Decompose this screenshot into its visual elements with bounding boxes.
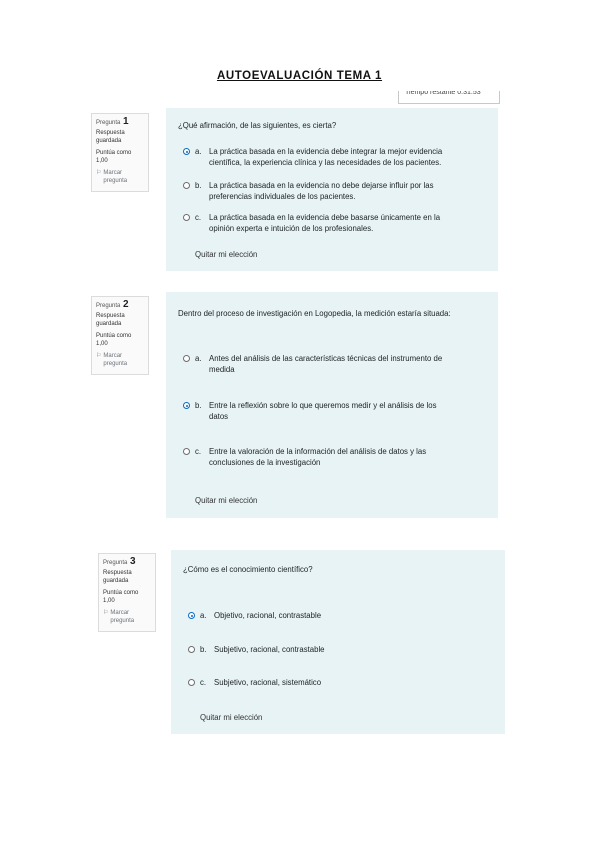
question-label: Pregunta	[103, 560, 128, 566]
question-content: ¿Qué afirmación, de las siguientes, es c…	[166, 108, 498, 271]
option-line: La práctica basada en la evidencia debe …	[209, 213, 441, 222]
flag-label: Marcar pregunta	[110, 610, 135, 624]
clear-choice-link[interactable]: Quitar mi elección	[195, 249, 257, 260]
option-letter: b.	[200, 645, 207, 654]
clear-choice-link[interactable]: Quitar mi elección	[195, 495, 257, 506]
radio-button[interactable]	[183, 182, 190, 189]
question-marks: Puntúa como 1,00	[103, 590, 139, 604]
option-line: datos	[209, 412, 229, 421]
page-title: AUTOEVALUACIÓN TEMA 1	[216, 70, 383, 82]
option-label: Objetivo, racional, contrastable	[214, 611, 322, 620]
option-line: medida	[209, 365, 235, 374]
question-info: Pregunta 3 Respuesta guardada Puntúa com…	[98, 553, 156, 632]
option-label: Entre la reflexión sobre lo que queremos…	[209, 400, 437, 422]
option-letter: c.	[200, 678, 207, 687]
option-label: La práctica basada en la evidencia debe …	[209, 212, 440, 234]
option-line: La práctica basada en la evidencia no de…	[209, 181, 434, 190]
question-info: Pregunta 1 Respuesta guardada Puntúa com…	[91, 113, 149, 192]
option-letter: a.	[195, 354, 202, 363]
question-info: Pregunta 2 Respuesta guardada Puntúa com…	[91, 296, 149, 375]
answer-option-a[interactable]: a. Antes del análisis de las característ…	[183, 353, 442, 375]
radio-button[interactable]	[188, 679, 195, 686]
answer-option-c[interactable]: c. La práctica basada en la evidencia de…	[183, 212, 440, 234]
option-line: Entre la valoración de la información de…	[209, 447, 427, 456]
flag-icon: ⚐	[96, 353, 102, 359]
question-text: ¿Qué afirmación, de las siguientes, es c…	[178, 121, 337, 130]
option-label: Subjetivo, racional, sistemático	[214, 678, 322, 687]
flag-icon: ⚐	[103, 610, 109, 616]
flag-question-link[interactable]: ⚐ Marcar pregunta	[96, 169, 144, 185]
option-letter: a.	[200, 611, 207, 620]
question-text: Dentro del proceso de investigación en L…	[178, 309, 451, 318]
option-line: Antes del análisis de las característica…	[209, 354, 443, 363]
question-number: 2	[123, 299, 129, 310]
answer-option-b[interactable]: b. Subjetivo, racional, contrastable	[188, 644, 325, 655]
question-marks: Puntúa como 1,00	[96, 333, 132, 347]
option-line: opinión experta e intuición de los profe…	[209, 224, 374, 233]
answer-option-c[interactable]: c. Subjetivo, racional, sistemático	[188, 677, 321, 688]
option-line: Entre la reflexión sobre lo que queremos…	[209, 401, 437, 410]
answer-option-b[interactable]: b. La práctica basada en la evidencia no…	[183, 180, 434, 202]
flag-question-link[interactable]: ⚐ Marcar pregunta	[103, 609, 151, 625]
radio-button[interactable]	[188, 612, 195, 619]
question-content: Dentro del proceso de investigación en L…	[166, 292, 498, 518]
answer-option-a[interactable]: a. La práctica basada en la evidencia de…	[183, 146, 442, 168]
answer-option-a[interactable]: a. Objetivo, racional, contrastable	[188, 610, 321, 621]
answer-option-c[interactable]: c. Entre la valoración de la información…	[183, 446, 426, 468]
question-label: Pregunta	[96, 120, 121, 126]
radio-button[interactable]	[183, 214, 190, 221]
option-letter: a.	[195, 147, 202, 156]
question-content: ¿Cómo es el conocimiento científico? a. …	[171, 550, 505, 734]
option-line: La práctica basada en la evidencia debe …	[209, 147, 443, 156]
radio-button[interactable]	[183, 148, 190, 155]
radio-button[interactable]	[183, 355, 190, 362]
question-text: ¿Cómo es el conocimiento científico?	[183, 565, 313, 574]
option-line: conclusiones de la investigación	[209, 458, 321, 467]
flag-icon: ⚐	[96, 170, 102, 176]
flag-question-link[interactable]: ⚐ Marcar pregunta	[96, 352, 144, 368]
option-label: Antes del análisis de las característica…	[209, 353, 442, 375]
option-label: Entre la valoración de la información de…	[209, 446, 426, 468]
flag-label: Marcar pregunta	[103, 353, 128, 367]
flag-label: Marcar pregunta	[103, 170, 128, 184]
answer-option-b[interactable]: b. Entre la reflexión sobre lo que quere…	[183, 400, 437, 422]
option-letter: c.	[195, 447, 202, 456]
radio-button[interactable]	[183, 448, 190, 455]
question-number: 3	[130, 556, 136, 567]
option-label: Subjetivo, racional, contrastable	[214, 645, 325, 654]
question-state: Respuesta guardada	[103, 570, 132, 584]
radio-button[interactable]	[188, 646, 195, 653]
question-state: Respuesta guardada	[96, 313, 125, 327]
clear-choice-link[interactable]: Quitar mi elección	[200, 712, 262, 723]
question-number: 1	[123, 116, 129, 127]
option-label: La práctica basada en la evidencia debe …	[209, 146, 442, 168]
option-letter: b.	[195, 401, 202, 410]
radio-button[interactable]	[183, 402, 190, 409]
question-label: Pregunta	[96, 303, 121, 309]
timer: Tiempo restante 0:31:53	[398, 91, 500, 104]
option-letter: c.	[195, 213, 202, 222]
question-state: Respuesta guardada	[96, 130, 125, 144]
option-line: científica, la experiencia clínica y las…	[209, 158, 442, 167]
option-label: La práctica basada en la evidencia no de…	[209, 180, 434, 202]
question-marks: Puntúa como 1,00	[96, 150, 132, 164]
option-letter: b.	[195, 181, 202, 190]
option-line: preferencias individuales de los pacient…	[209, 192, 356, 201]
